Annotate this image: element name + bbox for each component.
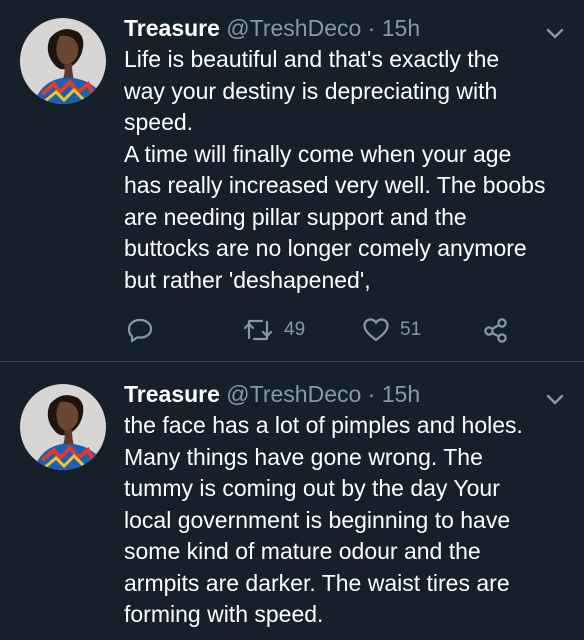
avatar[interactable] (20, 18, 106, 104)
share-icon (482, 316, 510, 344)
tweet-text-line: buttocks are no longer comely anymore (124, 235, 527, 261)
timestamp[interactable]: 15h (382, 15, 420, 41)
tweet-text-line: forming with speed. (124, 601, 324, 627)
separator-dot: · (367, 15, 376, 41)
reply-icon (126, 316, 154, 344)
tweet-header: Treasure @TreshDeco · 15h (124, 12, 560, 44)
share-button[interactable] (482, 315, 510, 345)
tweet-text: the face has a lot of pimples and holes.… (124, 410, 560, 631)
avatar[interactable] (20, 384, 106, 470)
tweet-text-line: local government is beginning to have (124, 506, 511, 533)
chevron-down-icon[interactable] (544, 22, 566, 44)
tweet-text-line: Life is beautiful and that's exactly the (124, 46, 500, 72)
tweet-text-line: the face has a lot of pimples and holes. (124, 412, 523, 438)
tweet-text-line: speed. (124, 109, 194, 135)
separator-dot: · (367, 381, 376, 407)
display-name[interactable]: Treasure (124, 381, 220, 407)
tweet-content: Treasure @TreshDeco · 15h Life is beauti… (124, 12, 560, 296)
display-name[interactable]: Treasure (124, 15, 220, 41)
tweet-text-line: way your destiny is depreciating with (124, 77, 498, 104)
tweet-text-line: armpits are darker. The waist tires are (124, 569, 510, 596)
tweet-text: Life is beautiful and that's exactly the… (124, 44, 560, 296)
tweet-header: Treasure @TreshDeco · 15h (124, 378, 560, 410)
tweet-text-line: A time will finally come when your age (124, 140, 512, 167)
tweet-text-line: Many things have gone wrong. The (124, 443, 483, 470)
retweet-count: 49 (284, 319, 306, 340)
tweet-text-line: tummy is coming out by the day Your (124, 475, 500, 501)
like-button[interactable]: 51 (362, 315, 421, 345)
heart-icon (362, 316, 390, 344)
tweet-text-line: some kind of mature odour and the (124, 538, 481, 564)
tweet-text-line: but rather 'deshapened', (124, 266, 371, 293)
tweet-actions: 49 51 (124, 315, 564, 345)
tweet-text-line: are needing pillar support and the (124, 203, 467, 230)
user-handle[interactable]: @TreshDeco (226, 381, 361, 407)
tweet[interactable]: Treasure @TreshDeco · 15h Life is beauti… (0, 0, 584, 362)
reply-button[interactable] (126, 315, 154, 345)
tweet-content: Treasure @TreshDeco · 15h the face has a… (124, 378, 560, 631)
retweet-button[interactable]: 49 (242, 315, 305, 345)
like-count: 51 (400, 319, 422, 340)
timestamp[interactable]: 15h (382, 381, 420, 407)
user-handle[interactable]: @TreshDeco (226, 15, 361, 41)
retweet-icon (242, 316, 274, 344)
tweet[interactable]: Treasure @TreshDeco · 15h the face has a… (0, 362, 584, 640)
chevron-down-icon[interactable] (544, 388, 566, 410)
tweet-text-line: has really increased very well. The boob… (124, 172, 546, 198)
